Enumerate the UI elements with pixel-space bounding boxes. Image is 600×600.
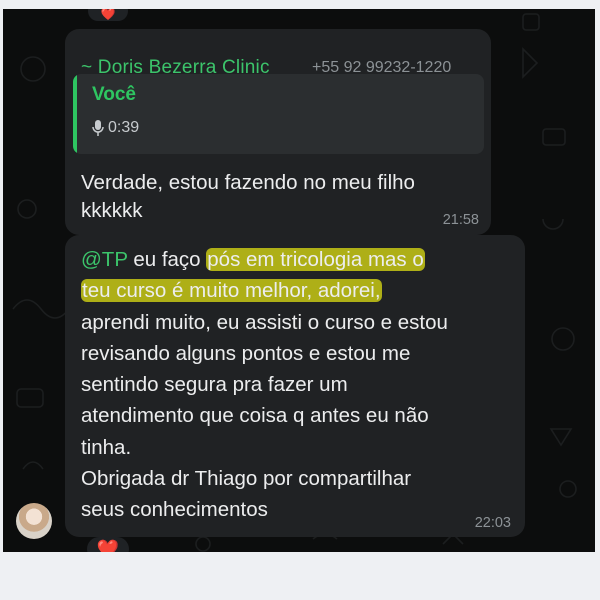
message-time: 22:03 (474, 515, 511, 531)
mention-link[interactable]: @TP (81, 248, 128, 271)
chat-area: ❤️ ~ Doris Bezerra Clinic +55 92 99232-1… (3, 9, 595, 552)
message-bubble-doris[interactable]: ~ Doris Bezerra Clinic +55 92 99232-1220… (65, 29, 491, 235)
highlighted-text: teu curso é muito melhor, adorei, (81, 279, 382, 303)
message-line: kkkkkk (81, 199, 143, 222)
message-line-2: teu curso é muito melhor, adorei, (81, 275, 521, 306)
quoted-audio: 0:39 (91, 119, 139, 137)
reaction-heart-bottom[interactable]: ❤️ (87, 537, 129, 552)
message-line-7: tinha. (81, 435, 132, 459)
message-text: @TP eu faço pós em tricologia mas o teu … (81, 244, 521, 526)
microphone-icon (92, 120, 104, 136)
message-line-8: Obrigada dr Thiago por compartilhar (81, 467, 412, 491)
heart-icon: ❤️ (100, 9, 116, 21)
audio-duration: 0:39 (108, 119, 140, 136)
message-line-1: @TP eu faço pós em tricologia mas o (81, 244, 521, 275)
message-line-9: seus conhecimentos (81, 498, 268, 522)
message-fragment: eu faço (127, 248, 207, 271)
sender-avatar[interactable] (16, 503, 52, 539)
quoted-author: Você (92, 84, 137, 105)
quote-accent-bar (73, 74, 77, 154)
message-line-5: sentindo segura pra fazer um (81, 373, 348, 397)
message-line-6: atendimento que coisa q antes eu não (81, 404, 429, 428)
quoted-message[interactable]: Você 0:39 (73, 74, 484, 154)
message-time: 21:58 (442, 212, 479, 228)
message-text: Verdade, estou fazendo no meu filho kkkk… (81, 169, 481, 225)
message-line-3: aprendi muito, eu assisti o curso e esto… (81, 310, 448, 334)
heart-icon: ❤️ (96, 538, 120, 553)
reaction-heart-top[interactable]: ❤️ (88, 9, 128, 21)
message-line-4: revisando alguns pontos e estou me (81, 341, 411, 365)
highlighted-text: pós em tricologia mas o (206, 248, 425, 271)
message-line: Verdade, estou fazendo no meu filho (81, 171, 415, 194)
message-bubble-reply[interactable]: @TP eu faço pós em tricologia mas o teu … (65, 235, 525, 537)
